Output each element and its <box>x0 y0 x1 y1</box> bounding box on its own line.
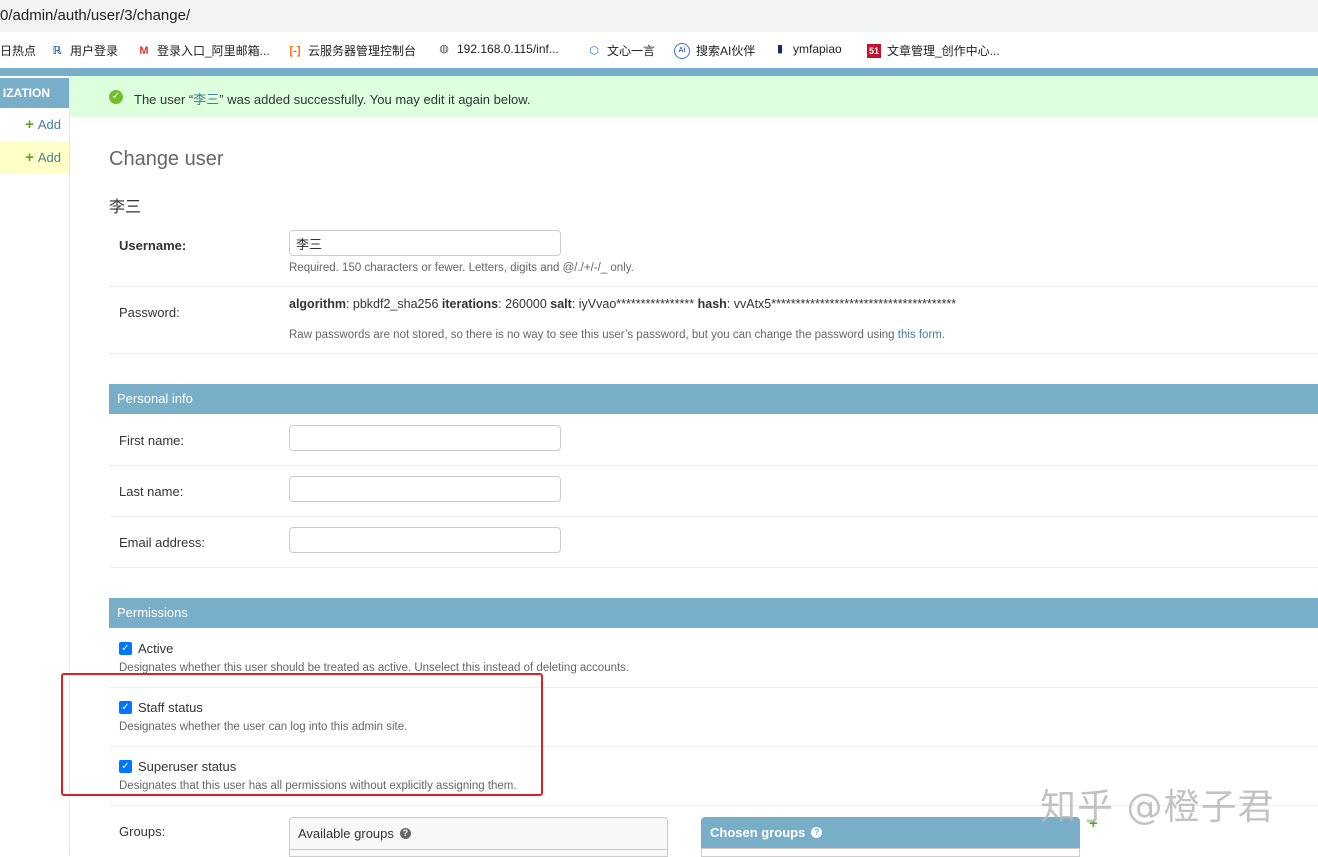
first-name-input[interactable] <box>289 425 561 451</box>
add-group-link[interactable]: + Add <box>25 108 61 141</box>
bookmarks-bar: 日热点 ℝ 用户登录 M 登录入口_阿里邮箱... [-] 云服务器管理控制台 ◍ 19… <box>0 32 1318 69</box>
staff-field: ✓ Staff status <box>119 700 203 715</box>
password-help: Raw passwords are not stored, so there i… <box>289 329 946 341</box>
nav-module-caption[interactable]: IZATION <box>0 78 69 108</box>
nav-row-groups: + Add <box>0 108 69 142</box>
watermark: 知乎 @橙子君 <box>1040 787 1275 828</box>
active-checkbox[interactable]: ✓ <box>119 642 132 655</box>
success-check-icon: ✓ <box>109 90 123 104</box>
bookmark-ymfapiao[interactable]: ▮ ymfapiao <box>773 42 842 56</box>
superuser-label[interactable]: Superuser status <box>138 759 236 774</box>
add-user-link[interactable]: + Add <box>25 141 61 174</box>
last-name-row: Last name: <box>109 465 1318 517</box>
active-label[interactable]: Active <box>138 641 173 656</box>
staff-row: ✓ Staff status Designates whether the use… <box>109 687 1318 747</box>
first-name-label: First name: <box>119 433 185 448</box>
chosen-groups-list[interactable] <box>701 848 1080 857</box>
password-row: Password: algorithm: pbkdf2_sha256 itera… <box>109 287 1318 354</box>
available-groups-filter[interactable] <box>290 849 667 850</box>
object-title: 李三 <box>109 199 142 216</box>
51-icon: 51 <box>867 43 881 58</box>
email-label: Email address: <box>119 535 205 550</box>
staff-label[interactable]: Staff status <box>138 700 203 715</box>
doc-icon: ▮ <box>776 43 784 55</box>
bookmark-cloud-console[interactable]: [-] 云服务器管理控制台 <box>288 42 417 59</box>
active-row: ✓ Active Designates whether this user sho… <box>109 628 1318 688</box>
bookmark-ip[interactable]: ◍ 192.168.0.115/inf... <box>437 42 559 56</box>
bookmark-article-manage[interactable]: 51 文章管理_创作中心... <box>867 42 1000 59</box>
bookmark-aliyun-mail[interactable]: M 登录入口_阿里邮箱... <box>137 42 269 59</box>
groups-label: Groups: <box>119 824 166 839</box>
help-icon[interactable]: ? <box>811 827 823 838</box>
staff-help: Designates whether the user can log into… <box>119 721 408 733</box>
first-name-row: First name: <box>109 414 1318 466</box>
superuser-field: ✓ Superuser status <box>119 759 236 774</box>
bookmark-search-ai[interactable]: Ai 搜索AI伙伴 <box>674 42 755 59</box>
email-input[interactable] <box>289 527 561 553</box>
ai-icon: Ai <box>674 42 690 59</box>
nav-row-users: + Add <box>0 141 69 174</box>
nav-sidebar: IZATION + Add + Add <box>0 76 70 855</box>
password-hash-summary: algorithm: pbkdf2_sha256 iterations: 260… <box>289 297 957 311</box>
success-message-text: The user “李三” was added successfully. Yo… <box>134 92 531 107</box>
bookmark-hot[interactable]: 日热点 <box>0 42 36 59</box>
personal-info-heading: Personal info <box>109 384 1318 414</box>
available-groups-caption: Available groups? <box>298 826 411 841</box>
last-name-input[interactable] <box>289 476 561 502</box>
change-password-link[interactable]: this form <box>898 329 942 341</box>
bookmark-wenxin[interactable]: ⬡ 文心一言 <box>587 42 655 59</box>
plus-icon: + <box>25 116 34 133</box>
username-input[interactable] <box>289 230 561 256</box>
plus-icon: + <box>25 149 34 166</box>
address-bar[interactable]: 0/admin/auth/user/3/change/ <box>0 0 1318 32</box>
r-logo-icon: ℝ <box>52 44 62 57</box>
last-name-label: Last name: <box>119 484 184 499</box>
username-help: Required. 150 characters or fewer. Lette… <box>289 262 634 274</box>
email-row: Email address: <box>109 516 1318 568</box>
username-label: Username: <box>119 238 187 253</box>
globe-icon: ◍ <box>439 43 449 55</box>
page-title: Change user <box>109 148 224 170</box>
success-message: ✓ The user “李三” was added successfully. … <box>70 76 1318 117</box>
username-row: Username: Required. 150 characters or fe… <box>109 220 1318 287</box>
superuser-checkbox[interactable]: ✓ <box>119 760 132 773</box>
help-icon[interactable]: ? <box>399 828 411 839</box>
active-field: ✓ Active <box>119 641 173 656</box>
staff-checkbox[interactable]: ✓ <box>119 701 132 714</box>
available-groups-box: Available groups? <box>289 817 668 857</box>
user-link[interactable]: 李三 <box>193 92 219 107</box>
chosen-groups-box: Chosen groups? <box>701 817 1080 857</box>
chosen-groups-caption: Chosen groups? <box>710 825 823 840</box>
aliyun-icon: [-] <box>289 44 301 57</box>
header-stripe <box>0 68 1318 76</box>
active-help: Designates whether this user should be t… <box>119 662 630 674</box>
superuser-help: Designates that this user has all permis… <box>119 780 517 792</box>
password-label: Password: <box>119 305 180 320</box>
m-logo-icon: M <box>139 44 149 57</box>
bookmark-user-login[interactable]: ℝ 用户登录 <box>50 42 118 59</box>
url-text[interactable]: 0/admin/auth/user/3/change/ <box>0 7 190 24</box>
permissions-heading: Permissions <box>109 598 1318 628</box>
wenxin-icon: ⬡ <box>589 44 599 57</box>
